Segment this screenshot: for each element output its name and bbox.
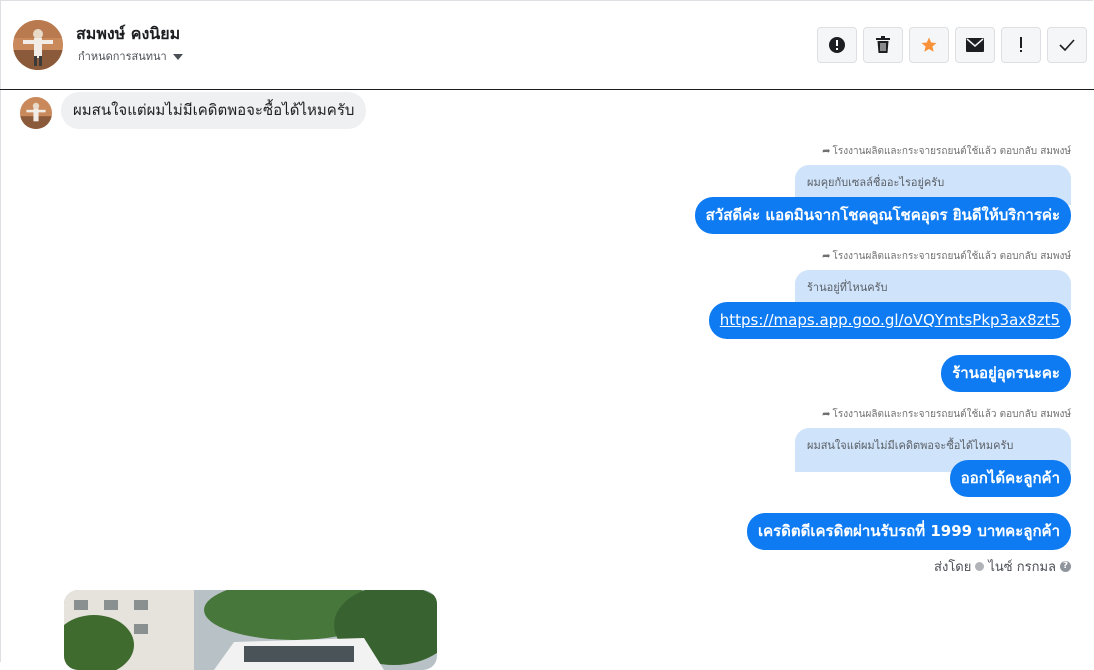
reply-context-text: โรงงานผลิตและกระจายรถยนต์ใช้แล้ว ตอบกลับ… — [832, 146, 1072, 157]
outgoing-message: ออกได้คะลูกค้า — [949, 460, 1071, 497]
outgoing-message: ร้านอยู่อุดรนะคะ — [941, 355, 1071, 392]
reply-context-text: โรงงานผลิตและกระจายรถยนต์ใช้แล้ว ตอบกลับ… — [832, 251, 1072, 262]
quoted-text: ผมสนใจแต่ผมไม่มีเคดิตพอจะซื้อได้ไหมครับ — [807, 439, 1014, 452]
contact-name[interactable]: สมพงษ์ คงนิยม — [76, 22, 180, 47]
incoming-message: ผมสนใจแต่ผมไม่มีเคดิตพอจะซื้อได้ไหมครับ — [61, 92, 367, 129]
outgoing-message: สวัสดีค่ะ แอดมินจากโชคคูณโชคอุดร ยินดีให… — [694, 197, 1071, 234]
sender-avatar — [20, 97, 52, 129]
caret-down-icon — [172, 54, 183, 60]
quoted-text: ผมคุยกับเซลล์ชื่ออะไรอยู่ครับ — [807, 176, 945, 189]
sent-by-label: ส่งโดย — [934, 560, 972, 575]
image-attachment[interactable] — [64, 590, 437, 670]
done-button[interactable] — [1047, 27, 1087, 63]
exclamation-icon — [1020, 37, 1022, 52]
reply-context: ➦ โรงงานผลิตและกระจายรถยนต์ใช้แล้ว ตอบกล… — [822, 249, 1071, 264]
sent-by-name: ไนซ์ กรกมล — [988, 560, 1056, 575]
conversation-header: สมพงษ์ คงนิยม กำหนดการสนทนา — [0, 0, 1094, 90]
mark-spam-button[interactable] — [817, 27, 857, 63]
trash-icon — [876, 36, 890, 53]
reply-context-text: โรงงานผลิตและกระจายรถยนต์ใช้แล้ว ตอบกลับ… — [832, 409, 1072, 420]
sent-by-info: ส่งโดย ไนซ์ กรกมล ? — [934, 556, 1071, 577]
reply-context: ➦ โรงงานผลิตและกระจายรถยนต์ใช้แล้ว ตอบกล… — [822, 407, 1071, 422]
reply-context: ➦ โรงงานผลิตและกระจายรถยนต์ใช้แล้ว ตอบกล… — [822, 144, 1071, 159]
contact-avatar[interactable] — [13, 20, 63, 70]
conversation-actions — [817, 27, 1087, 63]
quoted-text: ร้านอยู่ที่ไหนครับ — [807, 281, 888, 294]
agent-status-icon — [975, 562, 985, 571]
help-icon[interactable]: ? — [1060, 561, 1071, 572]
map-link-message[interactable]: https://maps.app.goo.gl/oVQYmtsPkp3ax8zt… — [708, 302, 1071, 339]
assign-label: กำหนดการสนทนา — [78, 50, 167, 63]
check-icon — [1059, 39, 1075, 51]
outgoing-message: เครดิตดีเครดิตผ่านรับรถที่ 1999 บาทคะลูก… — [746, 513, 1071, 550]
delete-button[interactable] — [863, 27, 903, 63]
mark-unread-button[interactable] — [955, 27, 995, 63]
star-button[interactable] — [909, 27, 949, 63]
follow-up-button[interactable] — [1001, 27, 1041, 63]
assign-conversation-dropdown[interactable]: กำหนดการสนทนา — [78, 47, 183, 65]
reply-arrow-icon: ➦ — [822, 409, 831, 420]
envelope-icon — [966, 38, 984, 52]
alert-circle-icon — [829, 37, 845, 53]
star-icon — [921, 37, 937, 52]
reply-arrow-icon: ➦ — [822, 251, 831, 262]
reply-arrow-icon: ➦ — [822, 146, 831, 157]
